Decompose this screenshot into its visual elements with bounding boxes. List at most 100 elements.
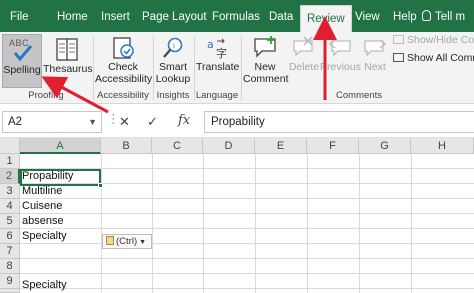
- row-header-10[interactable]: [0, 289, 20, 293]
- check-accessibility-icon: [113, 37, 134, 59]
- row-header-9[interactable]: 9: [0, 274, 20, 289]
- grid-line: [20, 258, 474, 259]
- cell-a10[interactable]: Specialty: [22, 278, 67, 293]
- new-comment-icon: [254, 36, 276, 58]
- spelling-button[interactable]: ABC Spelling: [2, 34, 42, 88]
- book-icon: [55, 38, 78, 61]
- tab-data[interactable]: Data: [269, 0, 293, 32]
- lightbulb-icon: [422, 10, 431, 21]
- grid-line: [20, 228, 474, 229]
- insights-group-label: Insights: [156, 90, 190, 101]
- thesaurus-button[interactable]: Thesaurus: [43, 34, 93, 88]
- grid-line: [20, 198, 474, 199]
- column-header-h[interactable]: H: [411, 138, 474, 154]
- smart-lookup-label-2: Lookup: [155, 73, 191, 85]
- tab-home[interactable]: Home: [57, 0, 88, 32]
- column-header-a[interactable]: A: [20, 138, 101, 154]
- new-comment-button[interactable]: New Comment: [243, 34, 289, 88]
- column-header-d[interactable]: D: [203, 138, 255, 154]
- new-comment-label-1: New: [254, 61, 276, 73]
- tell-me-search[interactable]: Tell m: [422, 0, 465, 32]
- chevron-down-icon: ▼: [139, 239, 147, 246]
- tab-insert[interactable]: Insert: [101, 0, 130, 32]
- tell-me-label: Tell m: [435, 11, 466, 23]
- cell-a3[interactable]: Multiline: [22, 184, 62, 199]
- next-label: Next: [364, 61, 386, 73]
- column-header-g[interactable]: G: [359, 138, 411, 154]
- new-comment-label-2: Comment: [243, 73, 289, 85]
- previous-label: Previous: [320, 61, 361, 73]
- translate-icon: a 字: [207, 38, 227, 60]
- row-header-4[interactable]: 4: [0, 199, 20, 214]
- column-header-c[interactable]: C: [152, 138, 203, 154]
- svg-text:i: i: [173, 42, 175, 50]
- paste-options-button[interactable]: (Ctrl) ▼: [102, 234, 152, 249]
- column-header-f[interactable]: F: [307, 138, 359, 154]
- show-all-comments-icon: [393, 53, 404, 62]
- show-all-comments-button[interactable]: Show All Comm: [393, 52, 474, 64]
- comments-group-label: Comments: [336, 90, 382, 101]
- grid-line: [20, 243, 474, 244]
- row-header-5[interactable]: 5: [0, 214, 20, 229]
- check-accessibility-button[interactable]: Check Accessibility: [95, 34, 153, 88]
- svg-text:a: a: [207, 38, 214, 51]
- grid-line: [20, 273, 474, 274]
- show-hide-comment-icon: [393, 35, 404, 44]
- review-ribbon: ABC Spelling Thesaurus Proofing Check Ac…: [0, 32, 474, 104]
- paste-options-label: (Ctrl): [116, 236, 138, 247]
- worksheet-grid: A B C D E F G H 1 2 3 4 5 6 7 8 9 Propab…: [0, 138, 474, 293]
- tab-view[interactable]: View: [355, 0, 380, 32]
- smart-lookup-button[interactable]: i Smart Lookup: [155, 34, 191, 88]
- row-header-7[interactable]: 7: [0, 244, 20, 259]
- check-label-2: Accessibility: [95, 73, 153, 85]
- row-header-8[interactable]: 8: [0, 259, 20, 274]
- show-hide-comment-button[interactable]: Show/Hide Co: [393, 34, 474, 46]
- proofing-group-label: Proofing: [28, 90, 64, 101]
- svg-text:字: 字: [216, 46, 227, 60]
- fill-handle[interactable]: [98, 183, 103, 188]
- delete-label: Delete: [288, 61, 320, 73]
- column-header-b[interactable]: B: [101, 138, 152, 154]
- column-header-e[interactable]: E: [255, 138, 307, 154]
- grid-line: [20, 213, 474, 214]
- active-cell-selection[interactable]: [20, 169, 103, 188]
- spell-check-icon: ABC: [5, 37, 39, 63]
- name-box[interactable]: A2 ▼: [2, 111, 102, 133]
- insert-function-icon[interactable]: fx: [178, 113, 190, 128]
- select-all-corner[interactable]: [0, 138, 20, 154]
- tab-formulas[interactable]: Formulas: [212, 0, 260, 32]
- thesaurus-label: Thesaurus: [43, 63, 93, 75]
- row-header-2[interactable]: 2: [0, 169, 20, 184]
- translate-button[interactable]: a 字 Translate: [196, 34, 240, 88]
- tab-help[interactable]: Help: [393, 0, 417, 32]
- tab-review[interactable]: Review: [300, 5, 352, 32]
- next-comment-icon: [364, 39, 387, 57]
- cell-a6[interactable]: Specialty: [22, 229, 67, 244]
- formula-input[interactable]: Propability: [204, 111, 474, 133]
- tab-file[interactable]: File: [10, 0, 29, 32]
- delete-comment-button[interactable]: Delete: [288, 34, 320, 88]
- previous-comment-icon: [328, 39, 351, 57]
- enter-entry-icon[interactable]: ✓: [147, 114, 158, 130]
- previous-comment-button[interactable]: Previous: [320, 34, 361, 88]
- tab-page-layout[interactable]: Page Layout: [142, 0, 207, 32]
- delete-comment-icon: [293, 36, 313, 57]
- formula-bar: A2 ▼ ⋮ ✕ ✓ fx Propability: [0, 104, 474, 138]
- next-comment-button[interactable]: Next: [361, 34, 389, 88]
- cancel-entry-icon[interactable]: ✕: [119, 114, 130, 130]
- row-header-6[interactable]: 6: [0, 229, 20, 244]
- clipboard-icon: [106, 236, 114, 245]
- translate-label: Translate: [196, 61, 240, 73]
- chevron-down-icon[interactable]: ▼: [88, 112, 97, 132]
- show-hide-label: Show/Hide Co: [407, 34, 474, 46]
- cell-a5[interactable]: absense: [22, 214, 64, 229]
- check-label-1: Check: [108, 61, 138, 73]
- spelling-label: Spelling: [3, 64, 41, 76]
- cell-a4[interactable]: Cuisene: [22, 199, 62, 214]
- row-header-3[interactable]: 3: [0, 184, 20, 199]
- row-header-1[interactable]: 1: [0, 154, 20, 169]
- grid-line: [20, 288, 474, 289]
- name-box-value: A2: [8, 116, 23, 128]
- magnifier-icon: i: [163, 37, 183, 58]
- language-group-label: Language: [195, 90, 239, 101]
